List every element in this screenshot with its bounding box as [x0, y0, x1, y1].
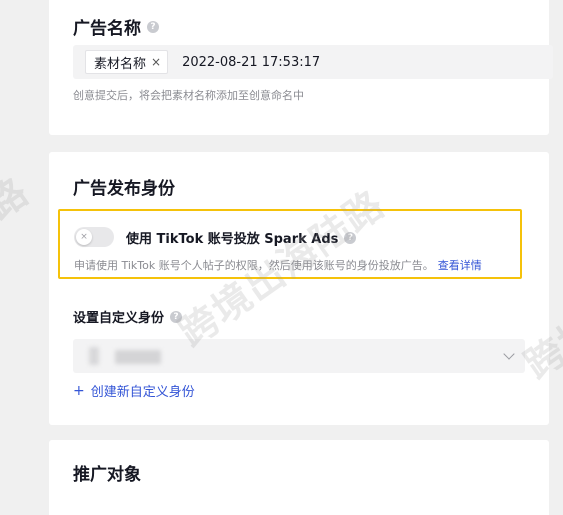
custom-identity-label-row: 设置自定义身份 ?	[73, 307, 183, 326]
custom-identity-select[interactable]	[73, 339, 525, 373]
spark-ads-description: 申请使用 TikTok 账号个人帖子的权限，然后使用该账号的身份投放广告。 查看详…	[74, 257, 482, 273]
spark-ads-label-row: 使用 TikTok 账号投放 Spark Ads ?	[126, 228, 357, 247]
watermark: 路	[0, 168, 38, 228]
ad-name-input[interactable]: 素材名称 × 2022-08-21 17:53:17	[73, 45, 553, 79]
help-icon[interactable]: ?	[147, 20, 159, 33]
create-custom-identity-label: 创建新自定义身份	[90, 385, 195, 400]
create-custom-identity-link[interactable]: + 创建新自定义身份	[73, 381, 195, 401]
identity-title: 广告发布身份	[73, 179, 175, 199]
chevron-down-icon	[503, 348, 515, 360]
spark-ads-toggle[interactable]: ×	[74, 227, 114, 247]
plus-icon: +	[73, 382, 85, 399]
ad-name-hint: 创意提交后，将会把素材名称添加至创意命名中	[73, 89, 304, 102]
spark-ads-label: 使用 TikTok 账号投放 Spark Ads	[126, 232, 339, 247]
ad-name-value[interactable]: 2022-08-21 17:53:17	[182, 55, 320, 70]
toggle-off-icon: ×	[76, 229, 92, 245]
close-icon[interactable]: ×	[151, 55, 161, 69]
material-name-tag-label: 素材名称	[94, 56, 147, 72]
promotion-title: 推广对象	[73, 465, 141, 485]
identity-name-redacted	[115, 350, 161, 364]
identity-card: 广告发布身份 设置自定义身份 ? + 创建新自定义身份	[49, 152, 549, 425]
avatar	[89, 347, 99, 365]
spark-ads-highlight: × 使用 TikTok 账号投放 Spark Ads ? 申请使用 TikTok…	[58, 209, 522, 279]
ad-name-section: 广告名称 ?	[73, 14, 159, 39]
view-details-link[interactable]: 查看详情	[438, 259, 482, 272]
spark-ads-description-text: 申请使用 TikTok 账号个人帖子的权限，然后使用该账号的身份投放广告。	[74, 259, 434, 272]
help-icon[interactable]: ?	[170, 310, 183, 323]
ad-name-card: 广告名称 ? 素材名称 × 2022-08-21 17:53:17 创意提交后，…	[49, 0, 553, 135]
material-name-tag: 素材名称 ×	[85, 50, 169, 74]
ad-name-title: 广告名称	[73, 19, 141, 39]
page: 广告名称 ? 素材名称 × 2022-08-21 17:53:17 创意提交后，…	[0, 0, 563, 515]
custom-identity-label: 设置自定义身份	[73, 311, 165, 326]
promotion-card: 推广对象	[49, 440, 549, 515]
help-icon[interactable]: ?	[344, 231, 357, 244]
